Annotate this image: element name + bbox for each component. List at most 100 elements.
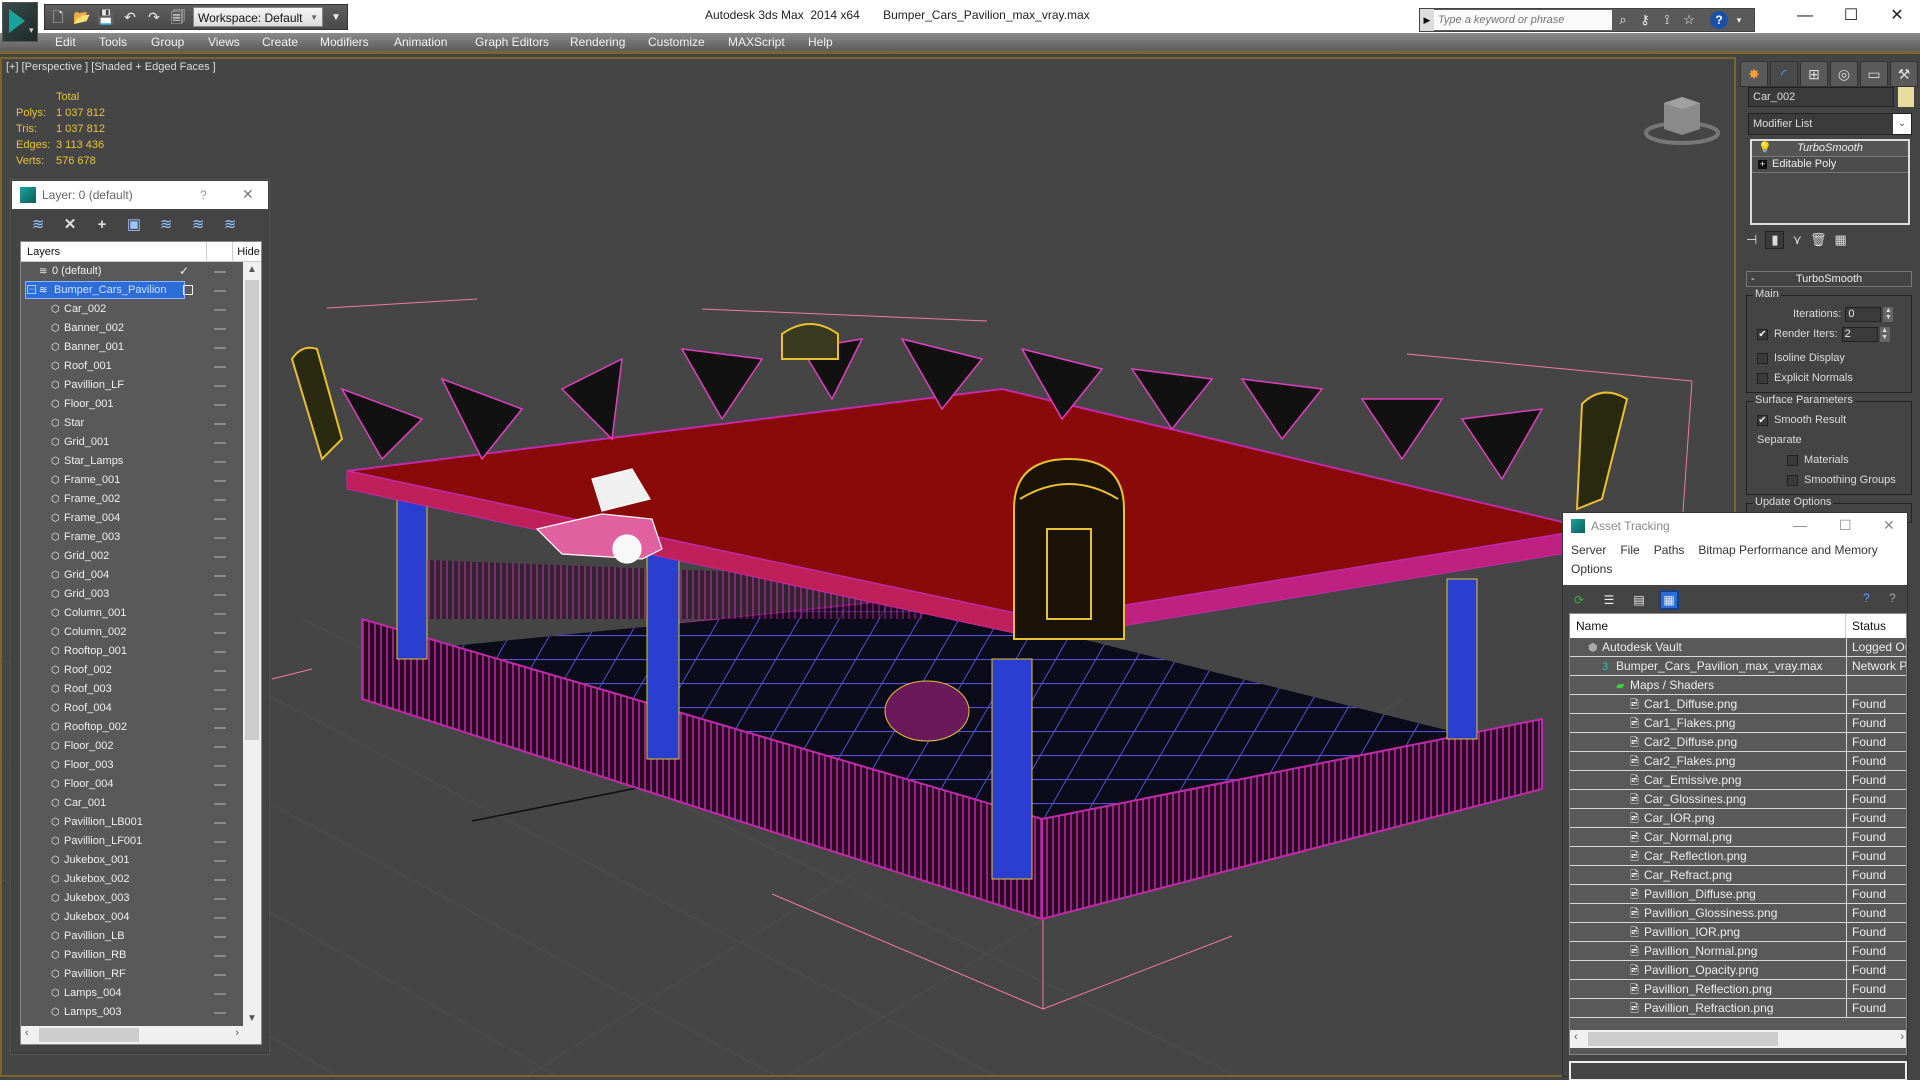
modifier-list-dropdown[interactable]: Modifier List ⌄ [1748,113,1912,135]
iterations-spinner[interactable]: 0 [1845,306,1882,322]
object-row[interactable]: ⬡ Grid_002 [21,547,243,566]
hide-toggle[interactable] [214,670,226,672]
hide-toggle[interactable] [214,556,226,558]
hide-toggle[interactable] [214,347,226,349]
object-row[interactable]: ⬡ Rooftop_001 [21,642,243,661]
hide-toggle[interactable] [214,290,226,292]
hide-toggle[interactable] [214,423,226,425]
isoline-checkbox[interactable] [1757,352,1768,364]
asset-tracking-titlebar[interactable]: Asset Tracking — ☐ ✕ [1563,513,1907,539]
asset-row[interactable]: 🖻 Pavillion_Normal.png Found [1570,942,1906,961]
asset-row[interactable]: ▰ Maps / Shaders [1570,676,1906,695]
close-button[interactable]: ✕ [1883,517,1895,534]
object-row[interactable]: ⬡ Pavillion_RB [21,946,243,965]
object-row[interactable]: ⬡ Roof_002 [21,661,243,680]
scroll-down-icon[interactable]: ▼ [247,1013,257,1024]
hide-toggle[interactable] [214,879,226,881]
satellite-icon[interactable]: ⟟ [1656,12,1678,28]
maximize-button[interactable]: ☐ [1839,517,1852,534]
object-row[interactable]: ⬡ Floor_003 [21,756,243,775]
object-row[interactable]: ⬡ Roof_003 [21,680,243,699]
vault-help-icon[interactable]: ? [1863,591,1870,605]
object-row[interactable]: ⬡ Banner_002 [21,319,243,338]
scroll-thumb[interactable] [245,280,259,740]
object-row[interactable]: ⬡ Banner_001 [21,338,243,357]
menu-help[interactable]: Help [808,35,833,49]
close-button[interactable]: ✕ [1874,4,1920,28]
save-icon[interactable]: 💾 [97,8,115,26]
hide-toggle[interactable] [214,442,226,444]
maximize-button[interactable]: ☐ [1828,4,1874,28]
asset-row[interactable]: 🖻 Pavillion_IOR.png Found [1570,923,1906,942]
minimize-button[interactable]: — [1793,517,1807,533]
object-row[interactable]: ⬡ Roof_001 [21,357,243,376]
table-view-icon[interactable]: ▦ [1659,590,1679,610]
hide-toggle[interactable] [214,898,226,900]
object-row[interactable]: ⬡ Rooftop_002 [21,718,243,737]
asset-row[interactable]: 🖻 Pavillion_Refraction.png Found [1570,999,1906,1018]
hide-unhide-all-icon[interactable]: ≋ [188,215,208,235]
delete-layer-icon[interactable]: ✕ [60,215,80,235]
hide-toggle[interactable] [214,917,226,919]
object-row[interactable]: ⬡ Column_001 [21,604,243,623]
layer-horizontal-scrollbar[interactable]: ‹ › [21,1026,243,1044]
lightbulb-icon[interactable]: 💡 [1758,141,1772,156]
object-row[interactable]: ⬡ Jukebox_003 [21,889,243,908]
project-folder-icon[interactable]: 🗐 [169,8,187,26]
menu-modifiers[interactable]: Modifiers [320,35,369,49]
menu-edit[interactable]: Edit [55,35,76,49]
hide-toggle[interactable] [214,499,226,501]
menu-server[interactable]: Server [1571,543,1606,557]
hide-toggle[interactable] [214,613,226,615]
hide-toggle[interactable] [214,328,226,330]
tab-motion[interactable]: ◎ [1830,61,1858,87]
object-row[interactable]: ⬡ Car_001 [21,794,243,813]
object-row[interactable]: ⬡ Grid_003 [21,585,243,604]
asset-row[interactable]: 🖻 Car_Refract.png Found [1570,866,1906,885]
help-button[interactable]: ? [200,188,207,202]
key-icon[interactable]: ⚷ [1634,12,1656,28]
hide-toggle[interactable] [214,632,226,634]
binoculars-icon[interactable]: ⌕ [1612,12,1634,28]
hide-toggle[interactable] [214,708,226,710]
scroll-left-icon[interactable]: ‹ [1574,1031,1578,1043]
tab-hierarchy[interactable]: ⊞ [1800,61,1828,87]
tab-utilities[interactable]: ⚒ [1890,61,1918,87]
asset-path-field[interactable] [1569,1061,1907,1080]
hide-toggle[interactable] [214,385,226,387]
object-row[interactable]: ⬡ Lamps_003 [21,1003,243,1022]
rollout-header[interactable]: - TurboSmooth [1746,271,1912,287]
hide-toggle[interactable] [214,765,226,767]
menu-create[interactable]: Create [262,35,298,49]
hide-toggle[interactable] [214,461,226,463]
scroll-thumb[interactable] [39,1028,139,1042]
customize-toolbar-icon[interactable]: ▼ [329,12,343,23]
object-row[interactable]: ⬡ Grid_001 [21,433,243,452]
tab-display[interactable]: ▭ [1860,61,1888,87]
show-end-result-icon[interactable]: ▮ [1765,231,1785,249]
object-row[interactable]: ⬡ Floor_002 [21,737,243,756]
menu-paths[interactable]: Paths [1654,543,1685,557]
column-current[interactable] [207,242,234,261]
hide-toggle[interactable] [214,803,226,805]
spinner-arrows-icon[interactable]: ▲ ▼ [1879,326,1890,342]
menu-rendering[interactable]: Rendering [570,35,625,49]
create-layer-icon[interactable]: ≋ [28,215,48,235]
asset-row[interactable]: 🖻 Pavillion_Glossiness.png Found [1570,904,1906,923]
menu-group[interactable]: Group [151,35,184,49]
menu-options[interactable]: Options [1571,562,1612,576]
object-row[interactable]: ⬡ Pavillion_LF001 [21,832,243,851]
asset-row[interactable]: 🖻 Car1_Flakes.png Found [1570,714,1906,733]
asset-row[interactable]: 🖻 Car_Emissive.png Found [1570,771,1906,790]
hide-toggle[interactable] [214,974,226,976]
collapse-icon[interactable]: − [27,285,36,294]
object-row[interactable]: ⬡ Frame_003 [21,528,243,547]
object-row[interactable]: ⬡ Star_Lamps [21,452,243,471]
object-row[interactable]: ⬡ Floor_004 [21,775,243,794]
scroll-right-icon[interactable]: › [235,1027,239,1039]
object-row[interactable]: ⬡ Jukebox_001 [21,851,243,870]
hide-toggle[interactable] [214,404,226,406]
object-row[interactable]: ⬡ Column_002 [21,623,243,642]
hide-toggle[interactable] [214,537,226,539]
hide-toggle[interactable] [214,309,226,311]
